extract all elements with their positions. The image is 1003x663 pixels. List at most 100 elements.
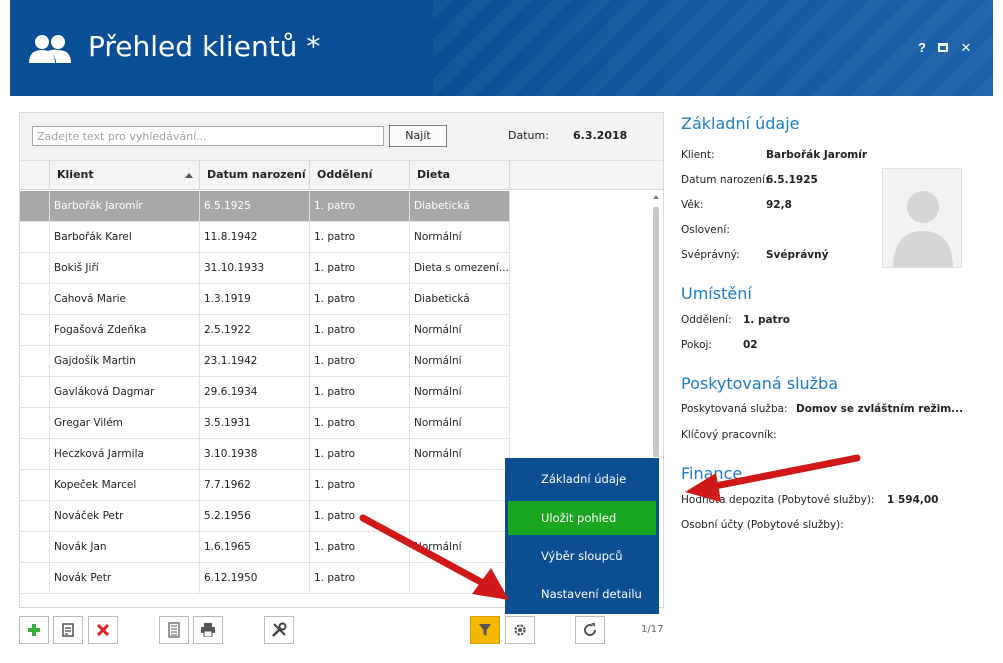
refresh-button[interactable]	[575, 616, 605, 644]
pokoj-value: 02	[743, 339, 758, 351]
cell-klient: Bokiš Jiří	[50, 253, 200, 284]
close-button[interactable]: ✕	[958, 40, 974, 56]
table-row[interactable]: Nováček Petr 5.2.1956 1. patro	[20, 501, 510, 532]
scrollbar-thumb[interactable]	[653, 207, 659, 457]
ucty-label: Osobní účty (Pobytové služby):	[681, 519, 844, 531]
person-placeholder-icon	[893, 191, 953, 267]
cell-datum: 11.8.1942	[200, 222, 310, 253]
report-button[interactable]	[159, 616, 189, 644]
cell-klient: Barbořák Karel	[50, 222, 200, 253]
row-selector[interactable]	[20, 439, 50, 470]
maximize-button[interactable]	[935, 40, 951, 56]
column-header-oddeleni[interactable]: Oddělení	[310, 161, 410, 190]
cell-klient: Gavláková Dagmar	[50, 377, 200, 408]
cell-oddeleni: 1. patro	[310, 346, 410, 377]
cell-datum: 31.10.1933	[200, 253, 310, 284]
table-row[interactable]: Novák Petr 6.12.1950 1. patro	[20, 563, 510, 594]
menu-item-nastaveni-detailu[interactable]: Nastavení detailu	[508, 577, 656, 611]
cell-oddeleni: 1. patro	[310, 563, 410, 594]
table-row[interactable]: Gavláková Dagmar 29.6.1934 1. patro Norm…	[20, 377, 510, 408]
window-header: Přehled klientů * ? ✕	[10, 0, 993, 96]
cell-klient: Nováček Petr	[50, 501, 200, 532]
table-row[interactable]: Fogašová Zdeňka 2.5.1922 1. patro Normál…	[20, 315, 510, 346]
table-row[interactable]: Kopeček Marcel 7.7.1962 1. patro	[20, 470, 510, 501]
cell-datum: 7.7.1962	[200, 470, 310, 501]
table-row[interactable]: Heczková Jarmila 3.10.1938 1. patro Norm…	[20, 439, 510, 470]
vek-value: 92,8	[766, 199, 792, 211]
row-selector[interactable]	[20, 470, 50, 501]
row-selector[interactable]	[20, 253, 50, 284]
menu-item-ulozit-pohled[interactable]: Uložit pohled	[508, 501, 656, 535]
datum-value: 6.5.1925	[766, 174, 818, 186]
row-selector[interactable]	[20, 222, 50, 253]
add-button[interactable]	[19, 616, 49, 644]
cell-oddeleni: 1. patro	[310, 439, 410, 470]
cell-oddeleni: 1. patro	[310, 501, 410, 532]
vek-label: Věk:	[681, 199, 704, 211]
cell-oddeleni: 1. patro	[310, 315, 410, 346]
page-info: 1/17	[641, 624, 664, 635]
table-row[interactable]: Cahová Marie 1.3.1919 1. patro Diabetick…	[20, 284, 510, 315]
cell-oddeleni: 1. patro	[310, 470, 410, 501]
row-selector[interactable]	[20, 377, 50, 408]
cell-datum: 29.6.1934	[200, 377, 310, 408]
table-row[interactable]: Gregar Vilém 3.5.1931 1. patro Normální	[20, 408, 510, 439]
filter-button[interactable]	[470, 616, 500, 644]
sluzba-value: Domov se zvláštním režim...	[796, 403, 964, 415]
plus-icon	[28, 624, 40, 636]
row-selector[interactable]	[20, 532, 50, 563]
column-header-label: Klient	[57, 168, 94, 181]
settings-button[interactable]	[505, 616, 535, 644]
table-row[interactable]: Barbořák Jaromír 6.5.1925 1. patro Diabe…	[20, 191, 510, 222]
table-row[interactable]: Barbořák Karel 11.8.1942 1. patro Normál…	[20, 222, 510, 253]
cell-dieta: Normální	[410, 377, 510, 408]
table-row[interactable]: Gajdošík Martin 23.1.1942 1. patro Normá…	[20, 346, 510, 377]
menu-item-zakladni-udaje[interactable]: Základní údaje	[508, 462, 656, 496]
cell-klient: Barbořák Jaromír	[50, 191, 200, 222]
section-title-finance: Finance	[681, 464, 743, 483]
settings-popup-menu: Základní údaje Uložit pohled Výběr sloup…	[505, 458, 659, 614]
cell-datum: 3.10.1938	[200, 439, 310, 470]
column-header-datum[interactable]: Datum narození	[200, 161, 310, 190]
row-selector[interactable]	[20, 315, 50, 346]
delete-button[interactable]	[88, 616, 118, 644]
row-selector[interactable]	[20, 346, 50, 377]
cell-klient: Heczková Jarmila	[50, 439, 200, 470]
cell-dieta: Diabetická	[410, 191, 510, 222]
cell-klient: Novák Jan	[50, 532, 200, 563]
row-selector[interactable]	[20, 563, 50, 594]
column-header-dieta[interactable]: Dieta	[410, 161, 510, 190]
edit-icon	[62, 623, 74, 637]
menu-item-vyber-sloupcu[interactable]: Výběr sloupců	[508, 539, 656, 573]
oddeleni-value: 1. patro	[743, 314, 790, 326]
cell-oddeleni: 1. patro	[310, 284, 410, 315]
cell-dieta: Normální	[410, 315, 510, 346]
print-button[interactable]	[193, 616, 223, 644]
table-row[interactable]: Bokiš Jiří 31.10.1933 1. patro Dieta s o…	[20, 253, 510, 284]
help-button[interactable]: ?	[914, 40, 930, 56]
search-input[interactable]	[32, 126, 384, 146]
row-selector[interactable]	[20, 191, 50, 222]
date-value: 6.3.2018	[573, 129, 628, 142]
tools-button[interactable]	[264, 616, 294, 644]
cell-klient: Gregar Vilém	[50, 408, 200, 439]
cell-datum: 6.5.1925	[200, 191, 310, 222]
cell-klient: Gajdošík Martin	[50, 346, 200, 377]
gear-icon	[514, 624, 526, 636]
edit-button[interactable]	[53, 616, 83, 644]
row-selector[interactable]	[20, 408, 50, 439]
row-selector[interactable]	[20, 501, 50, 532]
datum-label: Datum narození:	[681, 174, 769, 186]
maximize-icon	[938, 43, 948, 52]
find-button[interactable]: Najít	[389, 125, 447, 147]
row-selector[interactable]	[20, 284, 50, 315]
column-header-klient[interactable]: Klient	[50, 161, 200, 190]
scroll-up-icon[interactable]	[653, 195, 659, 199]
cell-oddeleni: 1. patro	[310, 253, 410, 284]
cell-datum: 1.3.1919	[200, 284, 310, 315]
page-title: Přehled klientů *	[88, 30, 321, 63]
cell-datum: 3.5.1931	[200, 408, 310, 439]
table-row[interactable]: Novák Jan 1.6.1965 1. patro Normální	[20, 532, 510, 563]
delete-icon	[96, 623, 110, 637]
refresh-icon	[584, 623, 597, 636]
